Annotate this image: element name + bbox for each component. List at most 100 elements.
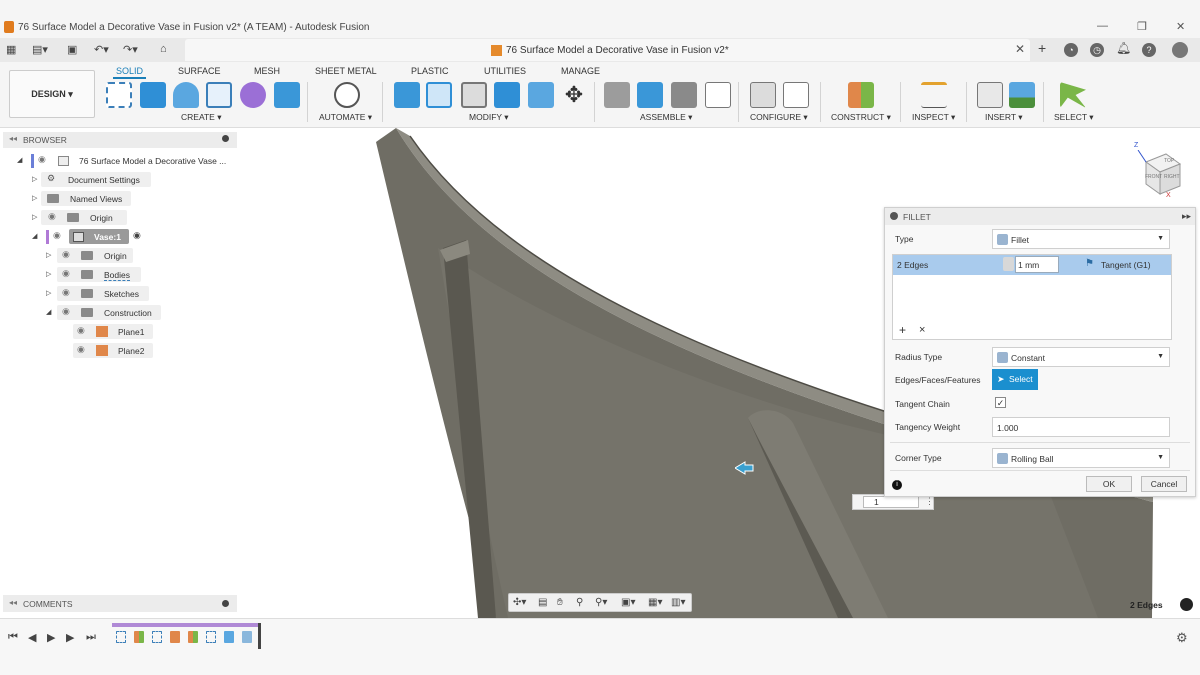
assemble-menu[interactable]: ASSEMBLE ▾ <box>640 112 692 123</box>
tab-plastic[interactable]: PLASTIC <box>411 66 449 76</box>
help-icon[interactable]: ? <box>1142 43 1156 57</box>
timeline-plane-feature[interactable] <box>188 631 198 643</box>
timeline-sketch-feature[interactable] <box>152 631 162 643</box>
as-built-joint-icon[interactable] <box>671 82 697 108</box>
display-mode-icon[interactable]: ▣▾ <box>621 597 635 608</box>
viewcube[interactable]: Z TOP FRONT RIGHT X <box>1134 142 1184 200</box>
construct-menu[interactable]: CONSTRUCT ▾ <box>831 112 891 123</box>
tree-item-construction[interactable]: ◢ ◉ Construction <box>3 304 237 322</box>
grid-menu-icon[interactable]: ▦ <box>6 43 16 56</box>
select-edges-button[interactable]: ➤ Select <box>992 369 1038 390</box>
timeline-loft-feature[interactable] <box>170 631 180 643</box>
dialog-pin-icon[interactable] <box>890 212 898 220</box>
viewports-icon[interactable]: ▥▾ <box>671 597 685 608</box>
new-component-icon[interactable] <box>604 82 630 108</box>
go-to-start-icon[interactable]: ⏮ <box>8 631 18 644</box>
tab-sheet-metal[interactable]: SHEET METAL <box>315 66 377 76</box>
collapse-arrow-icon[interactable]: ◢ <box>32 232 37 240</box>
minimize-icon[interactable]: — <box>1097 20 1108 32</box>
play-icon[interactable]: ▶ <box>47 631 55 644</box>
insert-canvas-icon[interactable] <box>1009 82 1035 108</box>
tab-mesh[interactable]: MESH <box>254 66 280 76</box>
fit-icon[interactable]: ⚲▾ <box>595 597 607 608</box>
move-icon[interactable]: ✥ <box>561 82 587 108</box>
expand-dialog-icon[interactable]: ▸▸ <box>1182 211 1191 222</box>
expand-arrow-icon[interactable]: ▷ <box>32 175 37 183</box>
timeline-sketch-feature[interactable] <box>206 631 216 643</box>
visibility-eye-icon[interactable]: ◉ <box>62 306 70 317</box>
activate-radio-icon[interactable]: ◉ <box>133 230 141 241</box>
form-icon[interactable] <box>240 82 266 108</box>
timeline-marker[interactable] <box>258 623 261 649</box>
joint-icon[interactable] <box>637 82 663 108</box>
comments-pin-icon[interactable] <box>222 600 229 607</box>
visibility-eye-icon[interactable]: ◉ <box>62 249 70 260</box>
timeline-track[interactable] <box>112 623 261 649</box>
visibility-eye-icon[interactable]: ◉ <box>62 287 70 298</box>
insert-menu[interactable]: INSERT ▾ <box>985 112 1023 123</box>
timeline-surface-feature[interactable] <box>224 631 234 643</box>
document-tab[interactable]: 76 Surface Model a Decorative Vase in Fu… <box>185 39 1030 61</box>
go-to-end-icon[interactable]: ⏭ <box>86 631 96 644</box>
collapse-arrow-icon[interactable]: ◢ <box>46 308 51 316</box>
revolve-icon[interactable] <box>173 82 199 108</box>
tab-utilities[interactable]: UTILITIES <box>484 66 526 76</box>
comments-panel-header[interactable]: ◂◂ COMMENTS <box>3 595 237 612</box>
visibility-eye-icon[interactable]: ◉ <box>62 268 70 279</box>
configure-menu[interactable]: CONFIGURE ▾ <box>750 112 808 123</box>
grid-icon[interactable]: ▦▾ <box>648 597 662 608</box>
insert-derive-icon[interactable] <box>977 82 1003 108</box>
tree-item-plane2[interactable]: ◉ Plane2 <box>3 342 237 360</box>
expand-arrow-icon[interactable]: ▷ <box>32 194 37 202</box>
visibility-eye-icon[interactable]: ◉ <box>77 344 85 355</box>
tree-item-bodies[interactable]: ▷ ◉ Bodies <box>3 266 237 284</box>
edge-set-row[interactable]: 2 Edges 1 mm ⚑ Tangent (G1) <box>893 255 1171 275</box>
canvas-radius-input[interactable]: 1 <box>863 496 919 508</box>
shell-icon[interactable] <box>494 82 520 108</box>
look-at-icon[interactable]: ▤ <box>538 597 547 608</box>
browser-collapse-icon[interactable]: ◂◂ <box>9 134 17 143</box>
inspect-menu[interactable]: INSPECT ▾ <box>912 112 955 123</box>
expand-arrow-icon[interactable]: ▷ <box>46 270 51 278</box>
extrude-icon[interactable] <box>140 82 166 108</box>
modify-menu[interactable]: MODIFY ▾ <box>469 112 509 123</box>
more-options-icon[interactable]: ⋮ <box>925 496 934 507</box>
tab-manage[interactable]: MANAGE <box>561 66 600 76</box>
design-workspace-button[interactable]: DESIGN ▾ <box>9 70 95 118</box>
timeline-sketch-feature[interactable] <box>116 631 126 643</box>
timeline-plane-feature[interactable] <box>134 631 144 643</box>
pan-icon[interactable]: ✋︎ <box>557 597 563 608</box>
continuity-value[interactable]: Tangent (G1) <box>1101 260 1151 270</box>
automate-icon[interactable] <box>334 82 360 108</box>
edge-selection-list[interactable]: 2 Edges 1 mm ⚑ Tangent (G1) + × <box>892 254 1172 340</box>
comments-expand-icon[interactable]: ◂◂ <box>9 598 17 607</box>
tangency-weight-input[interactable]: 1.000 <box>992 417 1170 437</box>
tree-item-named-views[interactable]: ▷ Named Views <box>3 190 237 208</box>
select-icon[interactable] <box>1060 82 1086 108</box>
fillet-dialog-header[interactable]: FILLET ▸▸ <box>885 208 1195 225</box>
step-back-icon[interactable]: ◀ <box>28 631 36 644</box>
file-icon[interactable]: ▤▾ <box>32 43 48 56</box>
redo-icon[interactable]: ↷▾ <box>123 43 138 56</box>
zoom-icon[interactable]: ⚲ <box>576 597 583 608</box>
measure-icon[interactable] <box>921 82 947 108</box>
fillet-icon[interactable] <box>426 82 452 108</box>
visibility-eye-icon[interactable]: ◉ <box>38 154 46 165</box>
sweep-icon[interactable] <box>206 82 232 108</box>
tangent-chain-checkbox[interactable]: ✓ <box>995 397 1006 408</box>
configure-icon[interactable] <box>750 82 776 108</box>
type-dropdown[interactable]: Fillet ▼ <box>992 229 1170 249</box>
configuration-table-icon[interactable] <box>783 82 809 108</box>
extension-icon[interactable]: ◔ <box>1064 43 1078 57</box>
job-status-icon[interactable]: ◷ <box>1090 43 1104 57</box>
new-tab-icon[interactable]: + <box>1038 40 1046 56</box>
press-pull-icon[interactable] <box>394 82 420 108</box>
box-icon[interactable] <box>274 82 300 108</box>
orbit-icon[interactable]: ✣▾ <box>513 597 526 608</box>
browser-panel-header[interactable]: ◂◂ BROWSER <box>3 132 237 148</box>
notifications-icon[interactable]: 🔔︎ <box>1116 41 1131 55</box>
split-icon[interactable] <box>528 82 554 108</box>
automate-menu[interactable]: AUTOMATE ▾ <box>319 112 372 123</box>
create-sketch-icon[interactable] <box>106 82 132 108</box>
visibility-eye-icon[interactable]: ◉ <box>48 211 56 222</box>
